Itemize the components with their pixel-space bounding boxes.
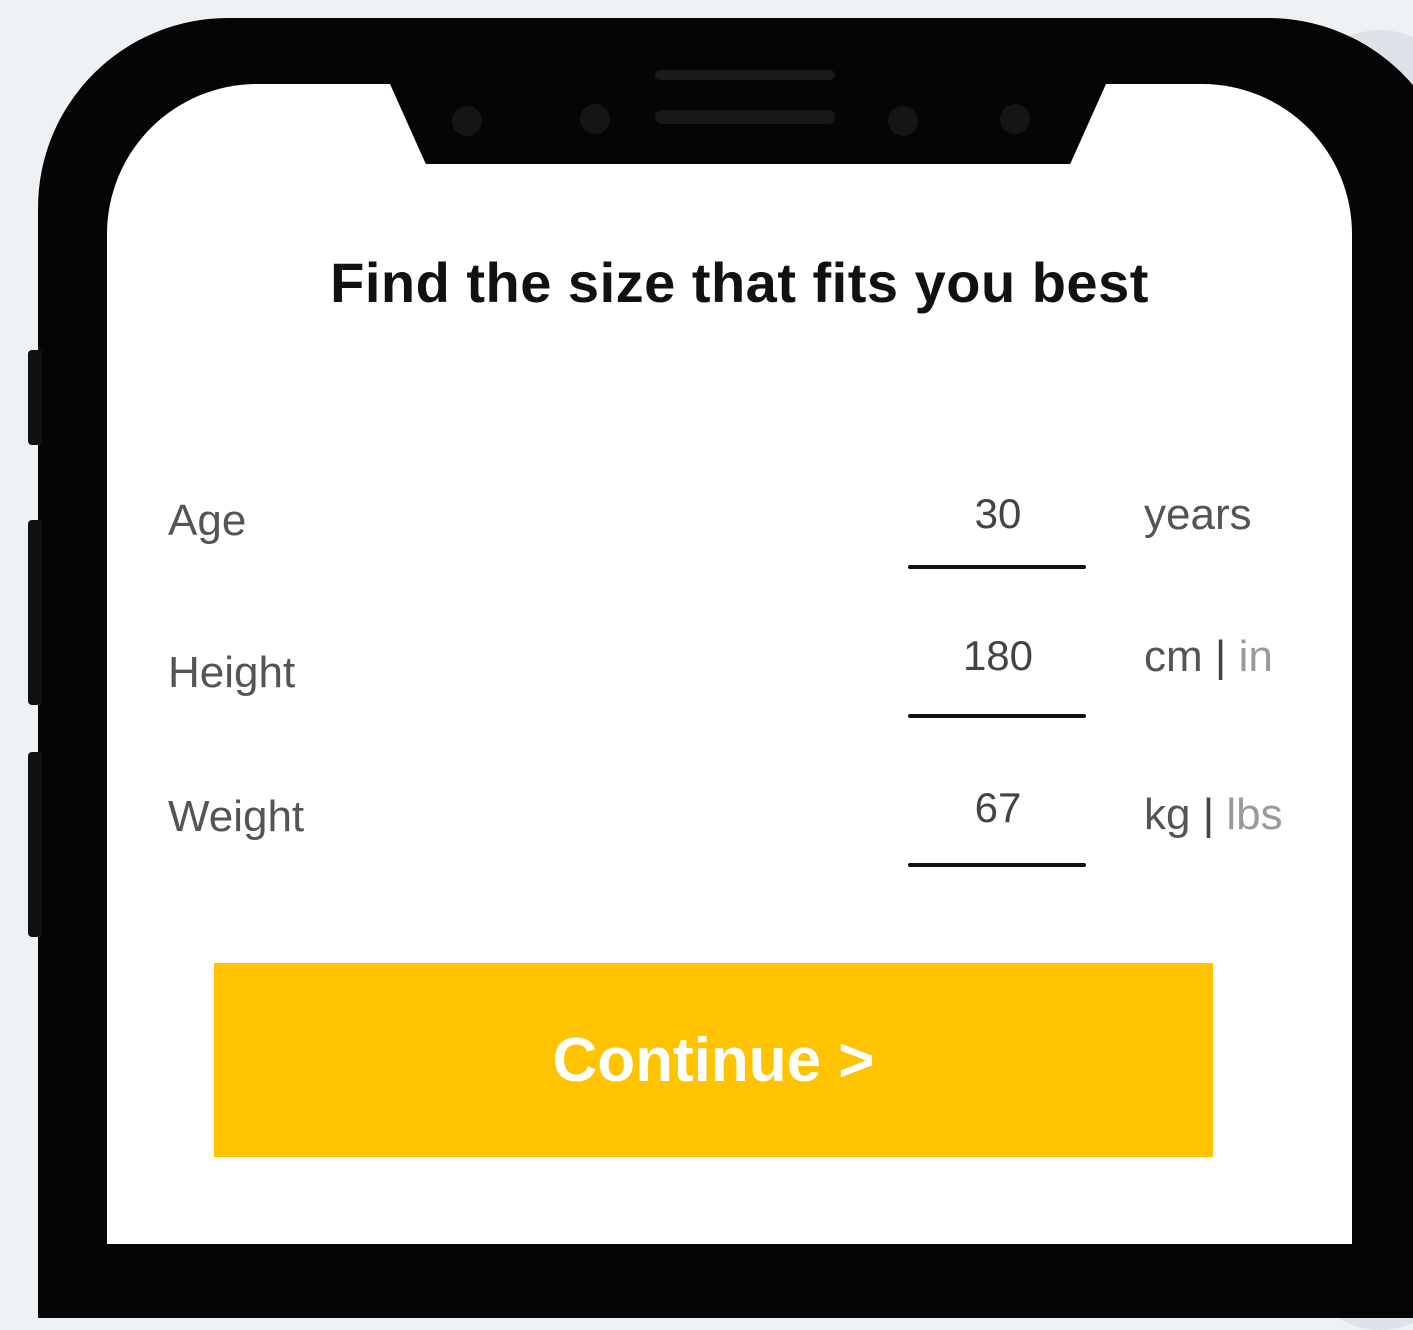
unit-kg[interactable]: kg xyxy=(1144,790,1190,839)
age-row: Age 30 years xyxy=(168,490,1348,580)
phone-volume-up-button xyxy=(28,520,42,705)
height-row: Height 180 cm | in xyxy=(168,632,1348,722)
phone-mute-button xyxy=(28,350,42,445)
height-unit-toggle: cm | in xyxy=(1144,632,1273,682)
unit-lbs[interactable]: lbs xyxy=(1226,790,1282,839)
weight-unit-toggle: kg | lbs xyxy=(1144,790,1283,840)
age-label: Age xyxy=(168,496,247,545)
earpiece-top xyxy=(655,70,835,80)
height-input[interactable]: 180 xyxy=(908,632,1088,680)
height-input-underline xyxy=(908,714,1086,718)
weight-input-underline xyxy=(908,863,1086,867)
continue-button[interactable]: Continue > xyxy=(214,963,1213,1157)
page-title: Find the size that fits you best xyxy=(330,251,1149,314)
sensor-dot xyxy=(888,106,918,136)
weight-row: Weight 67 kg | lbs xyxy=(168,784,1348,874)
sensor-dot xyxy=(452,106,482,136)
phone-volume-down-button xyxy=(28,752,42,937)
unit-separator: | xyxy=(1202,790,1215,839)
unit-cm[interactable]: cm xyxy=(1144,632,1203,681)
age-input-underline xyxy=(908,565,1086,569)
earpiece-speaker xyxy=(655,110,835,124)
age-input[interactable]: 30 xyxy=(908,490,1088,538)
unit-separator: | xyxy=(1214,632,1227,681)
weight-label: Weight xyxy=(168,792,305,841)
unit-in[interactable]: in xyxy=(1239,632,1273,681)
age-unit: years xyxy=(1144,490,1252,539)
phone-notch xyxy=(390,84,1106,164)
weight-input[interactable]: 67 xyxy=(908,784,1088,832)
camera-lens xyxy=(580,104,610,134)
face-id-sensor xyxy=(1000,104,1030,134)
height-label: Height xyxy=(168,648,296,697)
